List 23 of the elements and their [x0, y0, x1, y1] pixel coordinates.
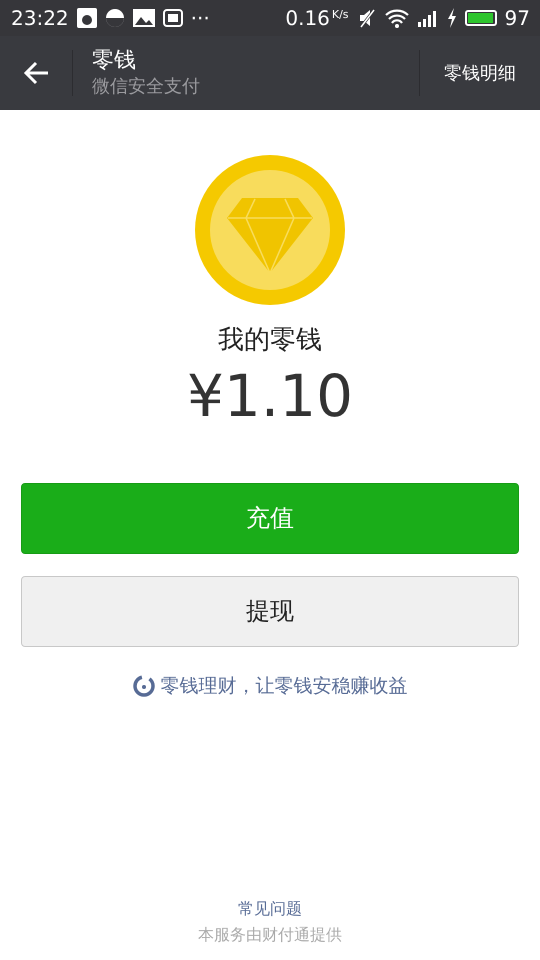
signal-icon: [416, 8, 439, 28]
speed-unit: K/s: [332, 8, 349, 21]
charging-icon: [446, 8, 457, 28]
service-provider-note: 本服务由财付通提供: [198, 924, 342, 946]
page-title: 零钱: [92, 47, 137, 75]
back-arrow-icon: [23, 61, 49, 85]
wealth-logo-icon: [132, 675, 154, 697]
battery-percent: 97: [504, 6, 530, 30]
page-subtitle: 微信安全支付: [92, 75, 201, 99]
balance-details-button[interactable]: 零钱明细: [420, 36, 540, 110]
balance-amount: ¥1.10: [186, 361, 354, 431]
balance-label: 我的零钱: [218, 324, 322, 357]
top-up-button[interactable]: 充值: [21, 483, 519, 554]
half-circle-icon: [104, 8, 125, 28]
network-speed: 0.16: [285, 6, 330, 30]
withdraw-button[interactable]: 提现: [21, 576, 519, 647]
wealth-management-link[interactable]: 零钱理财，让零钱安稳赚收益: [160, 673, 408, 699]
faq-link[interactable]: 常见问题: [238, 896, 302, 922]
wifi-icon: [384, 8, 409, 28]
battery-icon: [464, 10, 497, 26]
more-notifications: ···: [190, 6, 210, 30]
image-icon: [132, 9, 155, 27]
clock: 23:22: [11, 6, 69, 30]
